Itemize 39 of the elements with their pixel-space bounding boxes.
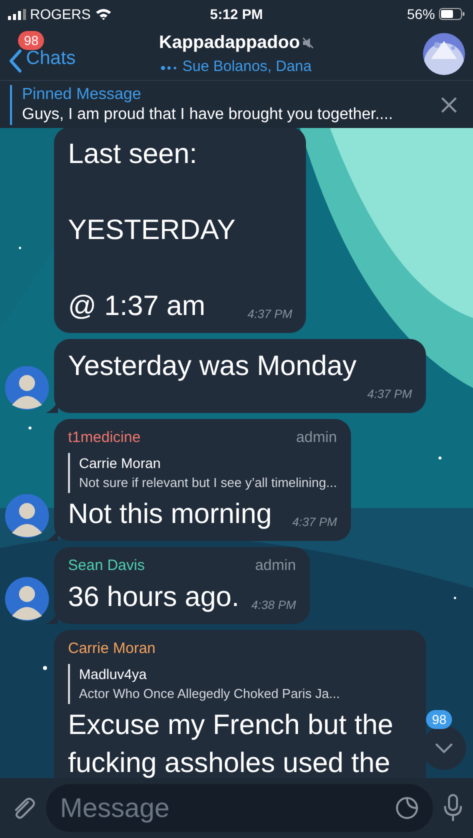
pinned-message-text: Guys, I am proud that I have brought you together.... xyxy=(22,104,393,124)
microphone-icon[interactable] xyxy=(443,794,463,822)
wifi-icon xyxy=(94,8,112,20)
unread-badge: 98 xyxy=(18,31,44,50)
message-time: 4:37 PM xyxy=(367,386,412,402)
pinned-label: Pinned Message xyxy=(22,84,142,104)
battery-icon xyxy=(439,8,465,20)
avatar-icon xyxy=(4,364,50,410)
avatar-icon xyxy=(4,576,50,622)
clock-time: 5:12 PM xyxy=(209,4,264,24)
signal-icon xyxy=(8,8,26,20)
message-text: 36 hours ago. xyxy=(68,580,240,614)
reply-text: Not sure if relevant but I see y’all timelining... xyxy=(79,474,337,492)
message-text: Not this morning xyxy=(68,497,272,531)
chat-subtitle: Sue Bolanos, Dana xyxy=(182,57,312,78)
carrier-name: ROGERS xyxy=(30,4,91,24)
reply-text: Actor Who Once Allegedly Choked Paris Ja... xyxy=(79,685,340,703)
sender-name: Sean Davis xyxy=(68,556,145,576)
reply-author: Madluv4ya xyxy=(79,665,148,684)
role-label: admin xyxy=(255,556,296,576)
back-chevron-icon xyxy=(8,49,22,73)
message-text: Excuse my French but the fucking assholes used the xyxy=(68,708,394,778)
role-label: admin xyxy=(296,428,337,448)
close-icon[interactable] xyxy=(441,96,457,112)
sticker-icon[interactable] xyxy=(395,796,419,820)
message-text: Yesterday was Monday xyxy=(68,348,356,383)
reply-author: Carrie Moran xyxy=(79,454,162,473)
message-time: 4:37 PM xyxy=(292,514,337,531)
message-time: 4:38 PM xyxy=(251,596,296,614)
chat-title: Kappadappadoo xyxy=(158,31,300,54)
message-time: 4:37 PM xyxy=(248,306,292,322)
sender-name: t1medicine xyxy=(68,428,141,448)
chevron-down-icon xyxy=(434,742,454,754)
sender-name: Carrie Moran xyxy=(68,638,156,658)
back-button[interactable]: Chats 98 xyxy=(8,31,76,77)
battery-percent: 56% xyxy=(406,4,435,24)
message-text: Last seen: YESTERDAY @ 1:37 am xyxy=(68,136,236,322)
avatar-icon xyxy=(4,493,50,539)
message-input[interactable]: Message xyxy=(46,784,433,832)
